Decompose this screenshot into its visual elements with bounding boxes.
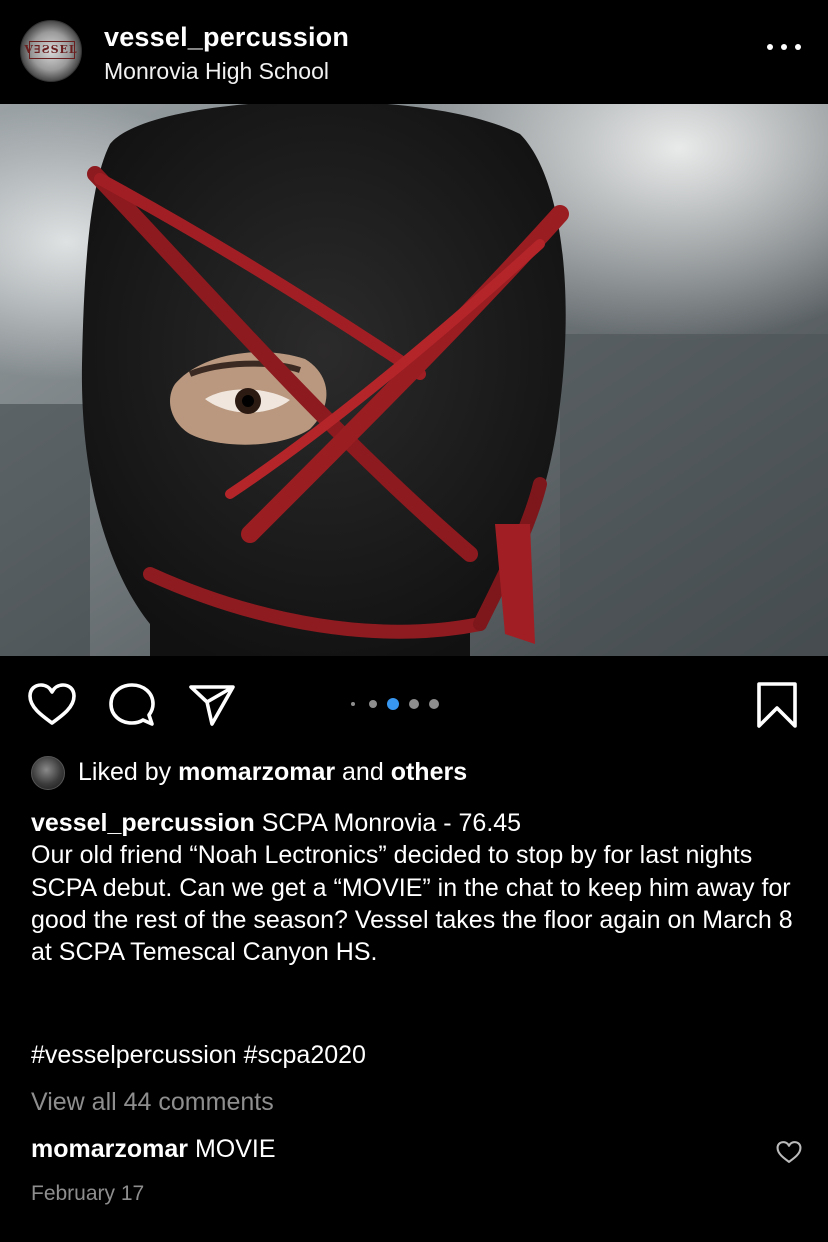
post-date: February 17 [31,1182,145,1205]
likes-prefix: Liked by [78,758,172,786]
carousel-dot [409,699,419,709]
post-caption: vessel_percussion SCPA Monrovia - 76.45 … [31,807,811,968]
comment-like-heart-icon[interactable] [776,1140,802,1164]
comment-username[interactable]: momarzomar [31,1135,188,1163]
liker-username[interactable]: momarzomar [178,758,335,786]
bookmark-icon[interactable] [756,681,798,729]
heart-icon[interactable] [27,682,77,726]
masked-figure-image [0,104,828,656]
more-options-icon[interactable] [764,38,804,58]
top-comment: momarzomar MOVIE [31,1135,276,1164]
carousel-dot [369,700,377,708]
carousel-dot [429,699,439,709]
view-all-comments-link[interactable]: View all 44 comments [31,1088,274,1117]
caption-hashtags[interactable]: #vesselpercussion #scpa2020 [31,1041,366,1070]
carousel-dot [351,702,355,706]
avatar-logo: V∃ƧSEL [24,43,78,56]
likes-conjunction: and [342,758,384,786]
send-icon[interactable] [188,683,236,727]
liker-avatar[interactable] [31,756,65,790]
profile-avatar[interactable]: V∃ƧSEL [20,20,82,82]
comment-text: MOVIE [194,1135,276,1163]
post-username[interactable]: vessel_percussion [104,22,349,53]
likes-others[interactable]: others [391,758,467,786]
comment-icon[interactable] [108,682,156,728]
caption-author[interactable]: vessel_percussion [31,809,255,837]
post-location[interactable]: Monrovia High School [104,58,329,85]
carousel-dots [340,692,450,716]
post-photo[interactable] [0,104,828,656]
carousel-dot-active [387,698,399,710]
likes-summary[interactable]: Liked by momarzomar and others [78,758,467,787]
